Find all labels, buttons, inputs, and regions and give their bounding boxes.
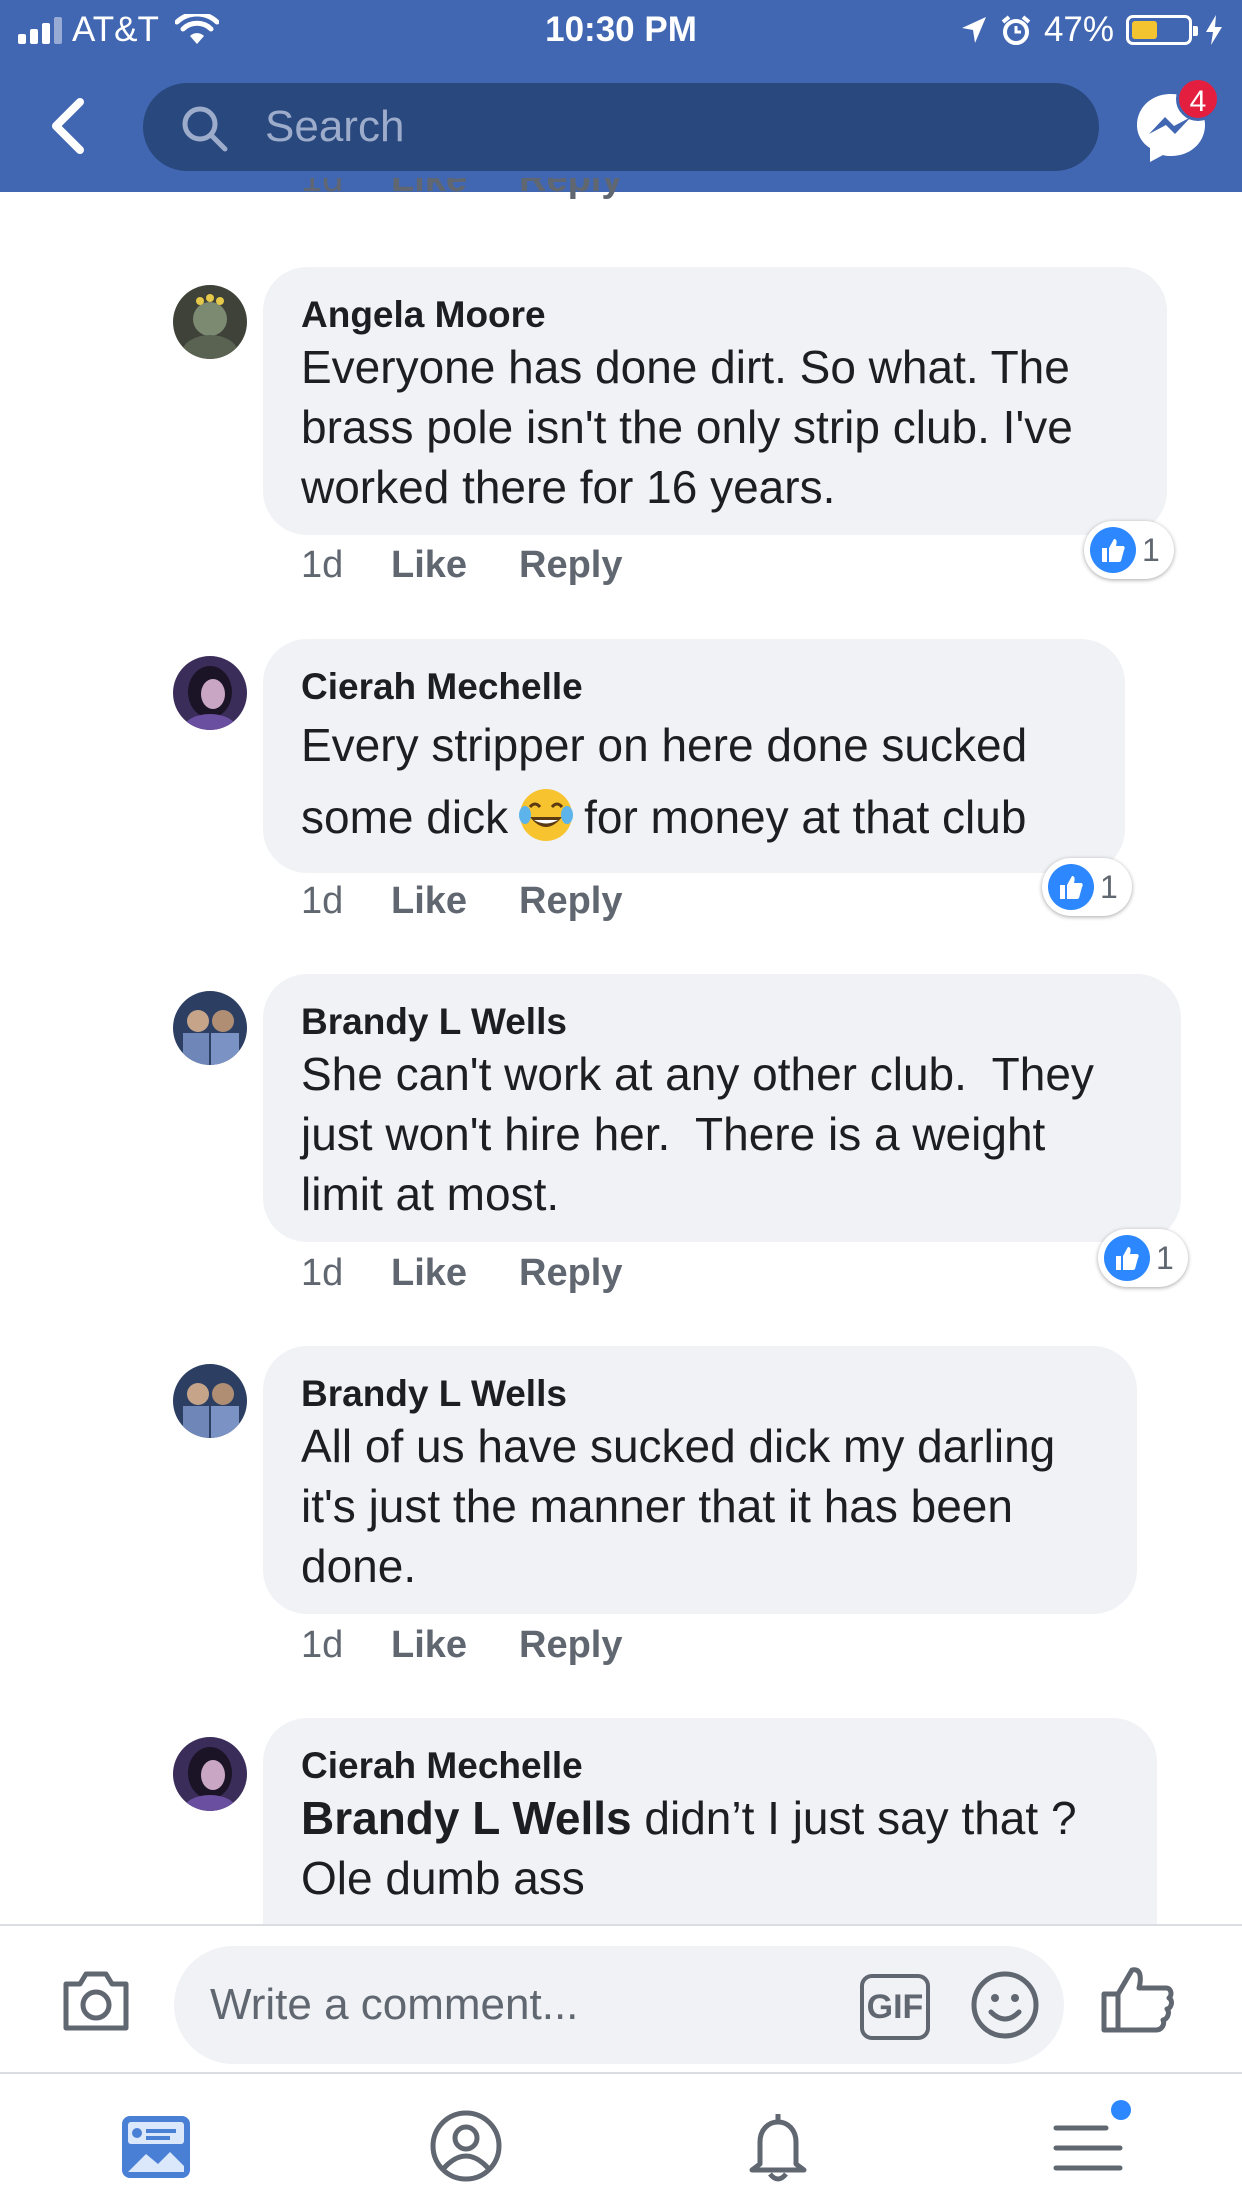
comment-line: She can't work at any other club. They bbox=[301, 1048, 1094, 1100]
comment-time: 1d bbox=[301, 1252, 344, 1294]
thumbs-up-icon[interactable] bbox=[1100, 1964, 1176, 2034]
comment-composer: GIF bbox=[0, 1924, 1242, 2072]
comment-author[interactable]: Brandy L Wells bbox=[301, 1372, 1099, 1416]
comment-input[interactable] bbox=[210, 1946, 830, 2064]
reaction-number: 1 bbox=[1100, 868, 1118, 905]
comment-line: some dick for money at that club bbox=[301, 781, 1087, 853]
previous-comment-meta: 1d Like Reply bbox=[301, 178, 622, 218]
charging-bolt-icon bbox=[1206, 15, 1222, 45]
comment-text-fragment: for money at that club bbox=[584, 791, 1027, 843]
battery-percent: 47% bbox=[1043, 10, 1114, 49]
avatar[interactable] bbox=[173, 1364, 247, 1438]
comment-bubble[interactable]: Brandy L Wells She can't work at any oth… bbox=[263, 974, 1181, 1242]
comment-line: brass pole isn't the only strip club. I'… bbox=[301, 401, 1073, 453]
news-feed-icon[interactable] bbox=[118, 2108, 194, 2184]
comment-text-fragment: some dick bbox=[301, 791, 509, 843]
like-link[interactable]: Like bbox=[391, 880, 519, 923]
notifications-bell-icon[interactable] bbox=[740, 2108, 816, 2184]
battery-fill bbox=[1132, 21, 1158, 39]
profile-icon[interactable] bbox=[428, 2108, 504, 2184]
comment-line: Brandy L Wells didn’t I just say that ? bbox=[301, 1788, 1119, 1848]
reply-link[interactable]: Reply bbox=[519, 880, 622, 923]
reaction-number: 1 bbox=[1142, 531, 1160, 568]
messenger-badge: 4 bbox=[1176, 77, 1220, 121]
comment-line: Every stripper on here done sucked bbox=[301, 719, 1028, 771]
alarm-icon bbox=[1001, 15, 1031, 45]
mention-link[interactable]: Brandy L Wells bbox=[301, 1792, 632, 1844]
like-reaction-icon bbox=[1104, 1235, 1150, 1281]
comment-line: All of us have sucked dick my darling bbox=[301, 1420, 1056, 1472]
app-header: AT&T 10:30 PM 47% Search 4 bbox=[0, 0, 1242, 192]
comment-time: 1d bbox=[301, 544, 344, 586]
reply-link[interactable]: Reply bbox=[519, 544, 622, 587]
reaction-count[interactable]: 1 bbox=[1042, 858, 1132, 916]
comment-input-box[interactable]: GIF bbox=[174, 1946, 1064, 2064]
status-right: 47% bbox=[960, 10, 1224, 50]
laughing-tears-emoji-icon bbox=[519, 789, 574, 841]
reply-link[interactable]: Reply bbox=[519, 178, 622, 201]
comment-line: it's just the manner that it has been bbox=[301, 1480, 1013, 1532]
camera-icon[interactable] bbox=[60, 1970, 132, 2032]
reaction-count[interactable]: 1 bbox=[1098, 1229, 1188, 1287]
gif-button[interactable]: GIF bbox=[860, 1974, 930, 2040]
comment-time: 1d bbox=[301, 880, 344, 922]
comment-text: All of us have sucked dick my darling it… bbox=[301, 1416, 1099, 1596]
comment-text: Every stripper on here done sucked some … bbox=[301, 709, 1087, 853]
comment-text: She can't work at any other club. They j… bbox=[301, 1044, 1143, 1224]
reply-link[interactable]: Reply bbox=[519, 1252, 622, 1295]
comment-line: worked there for 16 years. bbox=[301, 461, 836, 513]
comment-bubble[interactable]: Brandy L Wells All of us have sucked dic… bbox=[263, 1346, 1137, 1614]
comment-meta: 1d Like Reply bbox=[301, 1624, 622, 1667]
reply-link[interactable]: Reply bbox=[519, 1624, 622, 1667]
bottom-tab-bar bbox=[0, 2072, 1242, 2208]
battery-icon bbox=[1126, 15, 1198, 45]
comment-time: 1d bbox=[301, 178, 344, 200]
comment-author[interactable]: Cierah Mechelle bbox=[301, 1744, 1119, 1788]
like-link[interactable]: Like bbox=[391, 178, 519, 201]
menu-icon[interactable] bbox=[1050, 2108, 1126, 2184]
comment-line: limit at most. bbox=[301, 1168, 560, 1220]
comment-line: Everyone has done dirt. So what. The bbox=[301, 341, 1070, 393]
comment-bubble[interactable]: Cierah Mechelle Brandy L Wells didn’t I … bbox=[263, 1718, 1157, 1924]
comment-line: Ole dumb ass bbox=[301, 1852, 585, 1904]
menu-notification-dot bbox=[1111, 2100, 1131, 2120]
reaction-count[interactable]: 1 bbox=[1084, 521, 1174, 579]
status-bar: AT&T 10:30 PM 47% bbox=[0, 0, 1242, 62]
location-arrow-icon bbox=[961, 17, 986, 43]
avatar[interactable] bbox=[173, 991, 247, 1065]
avatar[interactable] bbox=[173, 656, 247, 730]
comment-bubble[interactable]: Cierah Mechelle Every stripper on here d… bbox=[263, 639, 1125, 873]
comment-author[interactable]: Angela Moore bbox=[301, 293, 1129, 337]
search-input[interactable] bbox=[265, 83, 1065, 171]
comment-line: just won't hire her. There is a weight bbox=[301, 1108, 1046, 1160]
smiley-icon[interactable] bbox=[970, 1970, 1040, 2040]
avatar[interactable] bbox=[173, 285, 247, 359]
comment-meta: 1d Like Reply bbox=[301, 880, 622, 923]
avatar[interactable] bbox=[173, 1737, 247, 1811]
back-chevron-icon[interactable] bbox=[44, 96, 94, 156]
comment-bubble[interactable]: Angela Moore Everyone has done dirt. So … bbox=[263, 267, 1167, 535]
comment-text: Everyone has done dirt. So what. The bra… bbox=[301, 337, 1129, 517]
search-bar[interactable] bbox=[143, 83, 1099, 171]
comment-line: done. bbox=[301, 1540, 417, 1592]
comment-author[interactable]: Cierah Mechelle bbox=[301, 665, 1087, 709]
comment-meta: 1d Like Reply bbox=[301, 1252, 622, 1295]
search-icon bbox=[182, 106, 228, 152]
like-link[interactable]: Like bbox=[391, 1252, 519, 1295]
like-reaction-icon bbox=[1048, 864, 1094, 910]
comment-meta: 1d Like Reply bbox=[301, 544, 622, 587]
like-link[interactable]: Like bbox=[391, 544, 519, 587]
comment-author[interactable]: Brandy L Wells bbox=[301, 1000, 1143, 1044]
comment-text-fragment: didn’t I just say that ? bbox=[631, 1792, 1077, 1844]
reaction-number: 1 bbox=[1156, 1239, 1174, 1276]
like-link[interactable]: Like bbox=[391, 1624, 519, 1667]
comment-time: 1d bbox=[301, 1624, 344, 1666]
comment-text: Brandy L Wells didn’t I just say that ? … bbox=[301, 1788, 1119, 1908]
like-reaction-icon bbox=[1090, 527, 1136, 573]
